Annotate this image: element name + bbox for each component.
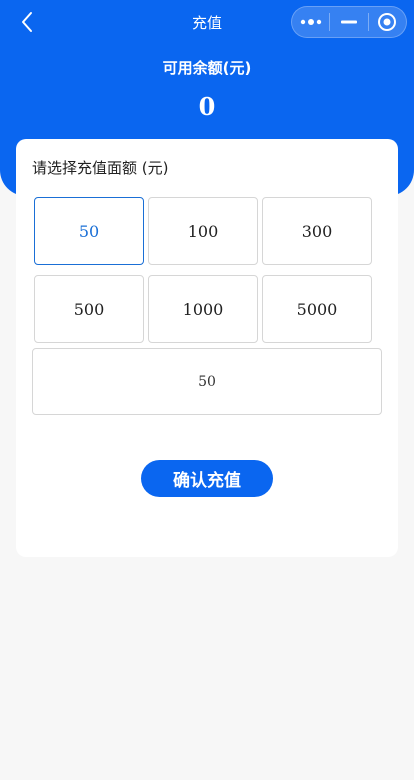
balance-label: 可用余额(元) bbox=[162, 59, 252, 77]
minus-icon bbox=[340, 20, 357, 24]
mini-program-capsule bbox=[291, 6, 407, 38]
recharge-section-title: 请选择充值面额 (元) bbox=[32, 159, 169, 177]
close-button[interactable] bbox=[369, 7, 406, 37]
minimize-button[interactable] bbox=[330, 7, 367, 37]
more-dots-icon bbox=[300, 19, 321, 25]
confirm-recharge-button[interactable]: 确认充值 bbox=[141, 460, 273, 497]
amount-option-1000[interactable]: 1000 bbox=[148, 275, 258, 343]
amount-option-500[interactable]: 500 bbox=[34, 275, 144, 343]
more-button[interactable] bbox=[292, 7, 329, 37]
amount-option-300[interactable]: 300 bbox=[262, 197, 372, 265]
amount-option-100[interactable]: 100 bbox=[148, 197, 258, 265]
recharge-page: 充值 可用余额(元) 0 请选择充值面额 (元) 50 100 300 500 … bbox=[0, 0, 414, 780]
custom-amount-input[interactable]: 50 bbox=[32, 348, 382, 415]
target-circle-icon bbox=[378, 13, 397, 31]
amount-option-5000[interactable]: 5000 bbox=[262, 275, 372, 343]
amount-option-50[interactable]: 50 bbox=[34, 197, 144, 265]
recharge-card: 请选择充值面额 (元) 50 100 300 500 1000 5000 50 … bbox=[16, 139, 398, 557]
balance-value: 0 bbox=[198, 92, 216, 121]
navbar: 充值 bbox=[0, 0, 414, 44]
